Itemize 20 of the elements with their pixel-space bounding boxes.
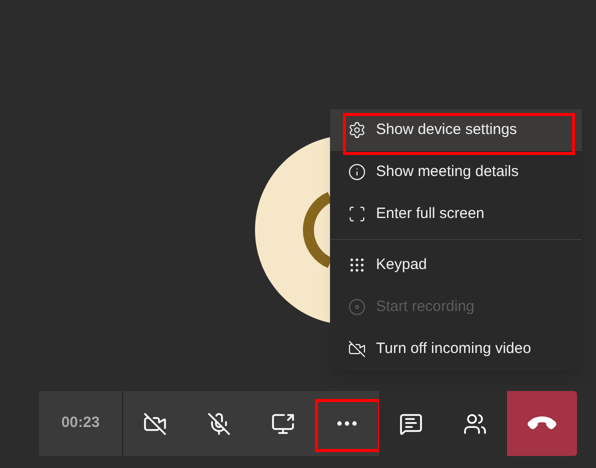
more-icon — [337, 421, 357, 426]
video-off-icon — [348, 340, 366, 358]
chat-icon — [399, 412, 423, 436]
camera-off-icon — [143, 412, 167, 436]
call-timer: 00:23 — [39, 391, 123, 456]
info-icon — [348, 163, 366, 181]
menu-item[interactable]: Show meeting details — [330, 151, 582, 193]
share-button[interactable] — [251, 391, 315, 456]
fullscreen-icon — [348, 205, 366, 223]
menu-item[interactable]: Keypad — [330, 244, 582, 286]
menu-item[interactable]: Turn off incoming video — [330, 328, 582, 370]
share-screen-icon — [271, 412, 295, 436]
hang-up-button[interactable] — [507, 391, 577, 456]
gear-icon — [348, 121, 366, 139]
camera-button[interactable] — [123, 391, 187, 456]
menu-item[interactable]: Enter full screen — [330, 193, 582, 235]
people-icon — [463, 412, 487, 436]
record-icon — [348, 298, 366, 316]
mic-off-icon — [207, 412, 231, 436]
keypad-icon — [348, 256, 366, 274]
